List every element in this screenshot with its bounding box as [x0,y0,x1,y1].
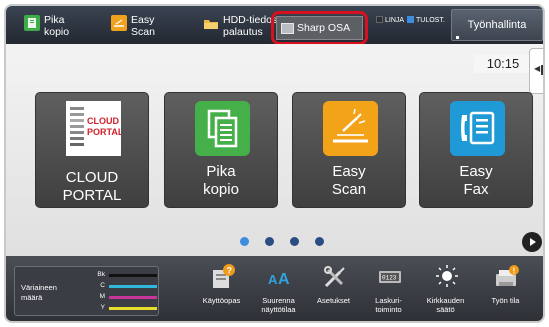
counter-line2: toiminto [375,305,402,314]
tile-easy-scan-line2: Scan [331,181,367,198]
status-print-label: TULOST. [416,17,445,24]
shortcut-hdd-restore[interactable]: HDD-tiedos palautus [203,9,278,41]
magnify-line2: näyttötilaa [261,305,296,314]
toner-level-panel[interactable]: Väriaineen määrä Bk C M Y [14,266,159,316]
magnify-line1: Suurenna [262,296,295,305]
toner-label-cyan: C [100,282,105,289]
tile-easy-fax[interactable]: Easy Fax [419,92,533,208]
tile-quick-copy-line2: kopio [203,181,239,198]
magnify-display-button[interactable]: AA Suurenna näyttötilaa [251,262,306,321]
highlight-frame [271,11,368,45]
page-dot-2[interactable] [265,237,274,246]
tile-easy-scan-line1: Easy [332,163,366,180]
status-print: TULOST. [407,16,445,24]
top-shortcut-bar: Pika kopio Easy Scan HDD-tiedos palautus Sh… [6,6,543,45]
tile-quick-copy-line1: Pika [206,163,236,180]
svg-text:!: ! [513,267,516,276]
shortcut-easy-scan-line1: Easy [131,14,155,26]
svg-text:A: A [268,272,278,287]
brightness-icon [434,264,458,287]
job-status-icon: ! [494,264,519,286]
toner-label-black: Bk [97,271,105,278]
shortcut-easy-scan[interactable]: Easy Scan [111,9,181,41]
next-page-button[interactable] [522,232,542,252]
toner-bar-cyan [109,285,157,288]
hdd-folder-icon [203,15,219,31]
counter-icon: 0123 [377,264,401,286]
easy-fax-icon [450,101,505,156]
toner-row-cyan: C [95,282,157,290]
tile-cloud-portal-label: CLOUD PORTAL [62,169,122,204]
clock: 10:15 [474,55,532,73]
toner-title-line1: Väriaineen [21,283,57,292]
tile-easy-fax-line1: Easy [459,163,493,180]
settings-icon [322,264,346,288]
counter-line1: Laskuri- [375,296,402,305]
toner-row-black: Bk [95,271,157,279]
shortcut-quick-copy[interactable]: Pika kopio [24,9,94,41]
counter-button[interactable]: 0123 Laskuri-toiminto [361,262,416,321]
quick-copy-icon [24,15,40,31]
job-status-label: Työn tila [491,296,520,305]
tile-cloud-portal[interactable]: CLOUD PORTAL CLOUD PORTAL [35,92,149,208]
manual-icon: ? [210,264,235,288]
svg-text:0123: 0123 [382,275,397,282]
cloud-logo-text-1: CLOUD [87,116,119,126]
toner-label-magenta: M [99,293,105,300]
settings-label: Asetukset [317,296,350,305]
easy-scan-icon [323,101,378,156]
brightness-line1: Kirkkauden [426,296,465,305]
magnify-display-icon: AA [267,264,291,288]
status-line-label: LINJA [385,17,405,24]
toner-label-yellow: Y [100,304,105,311]
shortcut-quick-copy-line1: Pika [44,14,65,26]
status-line: LINJA [376,16,404,24]
shortcut-easy-scan-line2: Scan [131,26,155,38]
shortcut-quick-copy-line2: kopio [44,26,70,38]
toner-title-line2: määrä [21,293,43,302]
side-panel-tab[interactable] [529,48,543,94]
print-status-icon [407,16,414,23]
tile-quick-copy[interactable]: Pika kopio [164,92,278,208]
page-dot-4[interactable] [315,237,324,246]
cloud-logo-text-2: PORTAL [87,127,121,137]
job-status-shortcut[interactable]: ! Työn tila [478,262,533,321]
settings-button[interactable]: Asetukset [306,262,361,321]
toner-bar-black [109,274,157,277]
page-dot-1[interactable] [240,237,249,246]
dropdown-dot-icon [456,36,459,39]
toner-row-yellow: Y [95,304,157,312]
bottom-bar: Väriaineen määrä Bk C M Y ? Käyttöopas AA… [6,256,543,321]
easy-scan-icon [111,15,127,31]
tile-easy-scan[interactable]: Easy Scan [292,92,406,208]
svg-text:?: ? [227,266,233,276]
quick-copy-icon [195,101,250,156]
operation-panel-screen: Pika kopio Easy Scan HDD-tiedos palautus Sh… [4,4,545,323]
cloud-portal-icon: CLOUD PORTAL [66,101,124,156]
job-status-button[interactable]: Työnhallinta [451,9,543,41]
brightness-line2: säätö [436,305,455,314]
shortcut-hdd-line1: HDD-tiedos [223,14,278,26]
toner-bar-magenta [109,296,157,299]
manual-label: Käyttöopas [202,296,241,305]
page-dot-3[interactable] [290,237,299,246]
tile-easy-fax-line2: Fax [463,181,489,198]
brightness-button[interactable]: Kirkkauden säätö [418,262,473,321]
svg-text:A: A [278,271,290,288]
line-status-icon [376,16,383,23]
toner-bar-yellow [109,307,157,310]
home-screen: 10:15 CLOUD PORTAL CLOUD PORTAL [6,44,543,256]
shortcut-hdd-line2: palautus [223,26,263,38]
manual-button[interactable]: ? Käyttöopas [194,262,249,321]
toner-row-magenta: M [95,293,157,301]
